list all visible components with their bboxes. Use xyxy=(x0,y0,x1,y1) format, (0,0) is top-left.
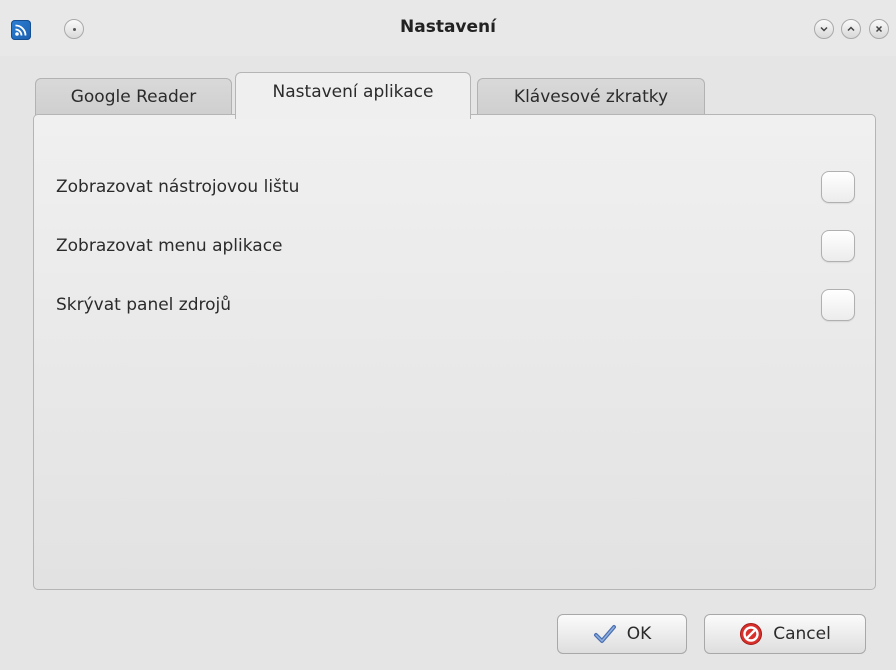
option-row-menu: Zobrazovat menu aplikace xyxy=(56,230,856,264)
close-icon[interactable] xyxy=(869,19,889,39)
tab-google-reader[interactable]: Google Reader xyxy=(35,78,232,115)
tab-nastaveni-aplikace[interactable]: Nastavení aplikace xyxy=(235,72,471,119)
title-bar: Nastavení xyxy=(0,0,896,56)
chevron-up-icon[interactable] xyxy=(841,19,861,39)
checkmark-icon xyxy=(593,622,617,646)
window-title: Nastavení xyxy=(400,17,496,37)
cancel-label: Cancel xyxy=(773,624,831,644)
tab-label: Klávesové zkratky xyxy=(513,87,669,107)
cancel-circle-icon xyxy=(739,622,763,646)
option-row-feeds-panel: Skrývat panel zdrojů xyxy=(56,289,856,323)
tab-label: Google Reader xyxy=(70,87,197,107)
ok-label: OK xyxy=(626,624,652,644)
hide-feeds-panel-checkbox[interactable] xyxy=(821,289,855,321)
show-toolbar-checkbox[interactable] xyxy=(821,171,855,203)
option-label: Zobrazovat menu aplikace xyxy=(56,236,283,256)
option-row-toolbar: Zobrazovat nástrojovou lištu xyxy=(56,171,856,205)
option-label: Zobrazovat nástrojovou lištu xyxy=(56,177,300,197)
option-label: Skrývat panel zdrojů xyxy=(56,295,232,315)
chevron-down-icon[interactable] xyxy=(814,19,834,39)
tab-label: Nastavení aplikace xyxy=(272,82,434,102)
tab-klavesove-zkratky[interactable]: Klávesové zkratky xyxy=(477,78,705,115)
ok-button[interactable]: OK xyxy=(557,614,687,654)
show-menu-checkbox[interactable] xyxy=(821,230,855,262)
settings-panel: Zobrazovat nástrojovou lištu Zobrazovat … xyxy=(33,114,876,590)
cancel-button[interactable]: Cancel xyxy=(704,614,866,654)
